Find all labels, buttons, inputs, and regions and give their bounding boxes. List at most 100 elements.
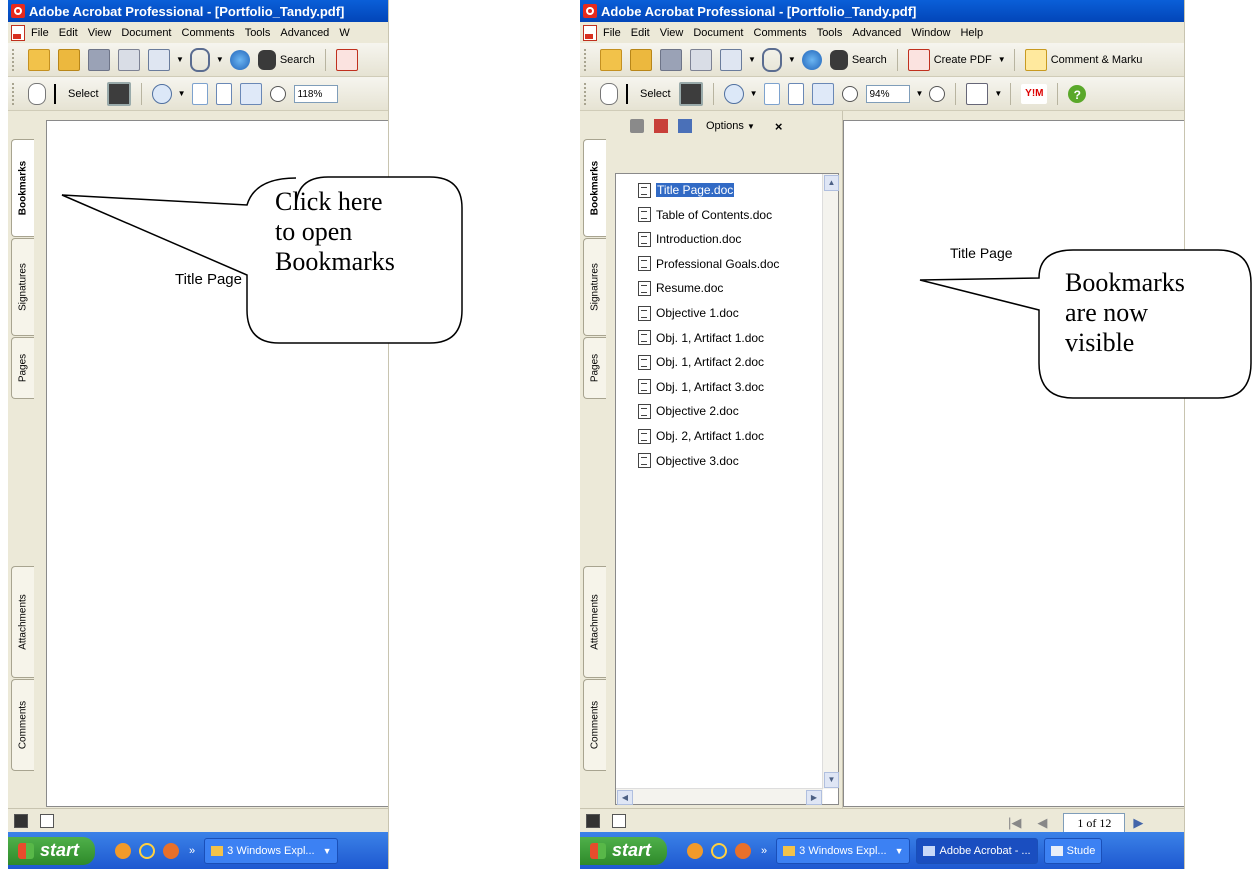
chevron-down-icon[interactable]: ▼	[916, 89, 924, 98]
taskbar-adobe-acrobat[interactable]: Adobe Acrobat - ...	[916, 837, 1038, 864]
fit-page-icon[interactable]	[215, 82, 232, 105]
zoom-level-field[interactable]: 94%	[865, 84, 910, 103]
tab-attachments[interactable]: Attachments	[11, 566, 34, 678]
start-button[interactable]: start	[8, 836, 96, 865]
bookmark-item[interactable]: Obj. 1, Artifact 2.doc	[638, 352, 764, 372]
tab-bookmarks[interactable]: Bookmarks	[583, 139, 606, 237]
zoom-in-magnifier-icon[interactable]	[723, 83, 744, 104]
page-layout-icon[interactable]	[40, 814, 54, 828]
chevron-down-icon[interactable]: ▼	[998, 55, 1006, 64]
search-button[interactable]: Search	[280, 54, 315, 66]
bookmark-item[interactable]: Table of Contents.doc	[638, 205, 772, 225]
menu-edit[interactable]: Edit	[631, 27, 650, 39]
bookmark-item[interactable]: Obj. 2, Artifact 1.doc	[638, 426, 764, 446]
zoom-level-field[interactable]: 118%	[293, 84, 338, 103]
hand-tool-icon[interactable]	[600, 82, 618, 105]
quick-launch-more-icon[interactable]: »	[189, 845, 195, 857]
search-button[interactable]: Search	[852, 54, 887, 66]
first-page-icon[interactable]: |◀	[1008, 815, 1021, 831]
chevron-down-icon[interactable]: ▼	[994, 89, 1002, 98]
tab-signatures[interactable]: Signatures	[11, 238, 34, 336]
vertical-scrollbar[interactable]: ▲ ▼	[822, 174, 839, 789]
yahoo-logo-icon[interactable]: Y!M	[1021, 83, 1048, 104]
snapshot-camera-icon[interactable]	[678, 81, 703, 106]
new-bookmark-icon[interactable]	[678, 119, 692, 133]
bookmark-item[interactable]: Introduction.doc	[638, 229, 741, 249]
display-mode-icon[interactable]	[586, 814, 600, 828]
binoculars-icon[interactable]	[829, 49, 848, 70]
chevron-down-icon[interactable]: ▼	[748, 55, 756, 64]
bookmark-item[interactable]: Professional Goals.doc	[638, 254, 779, 274]
menu-window[interactable]: Window	[911, 27, 950, 39]
start-button[interactable]: start	[580, 836, 668, 865]
chevron-down-icon[interactable]: ▼	[216, 55, 224, 64]
menu-view[interactable]: View	[88, 27, 112, 39]
create-pdf-button[interactable]: Create PDF	[934, 54, 992, 66]
expand-bookmark-icon[interactable]	[654, 119, 668, 133]
bookmark-item[interactable]: Objective 2.doc	[638, 401, 739, 421]
pdf-document-icon[interactable]	[11, 24, 25, 41]
tab-bookmarks[interactable]: Bookmarks	[11, 139, 34, 237]
print-icon[interactable]	[118, 48, 140, 71]
tab-comments[interactable]: Comments	[583, 679, 606, 771]
text-cursor-icon[interactable]	[54, 83, 64, 104]
actual-size-page-icon[interactable]	[191, 82, 208, 105]
document-page[interactable]: Title Page	[843, 120, 1184, 807]
delete-trash-icon[interactable]	[630, 119, 644, 133]
menu-document[interactable]: Document	[693, 27, 743, 39]
comment-markup-button[interactable]: Comment & Marku	[1051, 54, 1143, 66]
tab-attachments[interactable]: Attachments	[583, 566, 606, 678]
help-icon[interactable]: ?	[1068, 84, 1087, 103]
menu-edit[interactable]: Edit	[59, 27, 78, 39]
fit-width-icon[interactable]	[239, 82, 262, 105]
menu-document[interactable]: Document	[121, 27, 171, 39]
menu-file[interactable]: File	[31, 27, 49, 39]
toolbar-grip[interactable]	[584, 82, 590, 105]
bookmark-item[interactable]: Resume.doc	[638, 278, 723, 298]
chevron-down-icon[interactable]: ▼	[750, 89, 758, 98]
bookmark-item[interactable]: Title Page.doc	[638, 180, 735, 200]
page-number-field[interactable]: 1 of 12	[1063, 813, 1126, 833]
scroll-up-icon[interactable]: ▲	[824, 175, 839, 191]
toolbar-grip[interactable]	[584, 48, 590, 71]
select-tool-button[interactable]: Select	[640, 88, 671, 100]
page-layout-icon[interactable]	[612, 814, 626, 828]
quick-launch-more-icon[interactable]: »	[761, 845, 767, 857]
fit-width-icon[interactable]	[811, 82, 834, 105]
print-icon[interactable]	[690, 48, 712, 71]
firefox-icon[interactable]	[163, 842, 180, 859]
chevron-down-icon[interactable]: ▼	[178, 89, 186, 98]
menu-comments[interactable]: Comments	[182, 27, 235, 39]
tab-pages[interactable]: Pages	[583, 337, 606, 399]
bookmark-item[interactable]: Objective 1.doc	[638, 303, 739, 323]
attach-paperclip-icon[interactable]	[761, 47, 782, 72]
options-menu-button[interactable]: Options ▼	[706, 120, 755, 132]
scroll-right-icon[interactable]: ▶	[806, 790, 822, 805]
actual-size-page-icon[interactable]	[763, 82, 780, 105]
zoom-in-magnifier-icon[interactable]	[151, 83, 172, 104]
save-icon[interactable]	[88, 48, 110, 71]
menu-help[interactable]: Help	[960, 27, 983, 39]
chevron-down-icon[interactable]: ▼	[788, 55, 796, 64]
hand-tool-icon[interactable]	[28, 82, 46, 105]
close-panel-button[interactable]: ×	[775, 119, 783, 134]
organizer-icon[interactable]	[630, 48, 652, 71]
menu-tools[interactable]: Tools	[245, 27, 271, 39]
open-folder-icon[interactable]	[28, 48, 50, 71]
tab-comments[interactable]: Comments	[11, 679, 34, 771]
text-cursor-icon[interactable]	[626, 83, 636, 104]
email-globe-icon[interactable]	[229, 49, 250, 70]
next-page-icon[interactable]: ▶	[1133, 815, 1143, 831]
chevron-down-icon[interactable]: ▼	[176, 55, 184, 64]
rotate-page-icon[interactable]	[966, 82, 989, 105]
multimedia-icon[interactable]	[720, 48, 742, 71]
menu-comments[interactable]: Comments	[754, 27, 807, 39]
taskbar-word-document[interactable]: Stude	[1043, 837, 1103, 864]
display-mode-icon[interactable]	[14, 814, 28, 828]
binoculars-icon[interactable]	[257, 49, 276, 70]
menu-advanced[interactable]: Advanced	[280, 27, 329, 39]
save-icon[interactable]	[660, 48, 682, 71]
internet-explorer-icon[interactable]	[711, 842, 728, 859]
internet-explorer-icon[interactable]	[139, 842, 156, 859]
scroll-left-icon[interactable]: ◀	[617, 790, 633, 805]
